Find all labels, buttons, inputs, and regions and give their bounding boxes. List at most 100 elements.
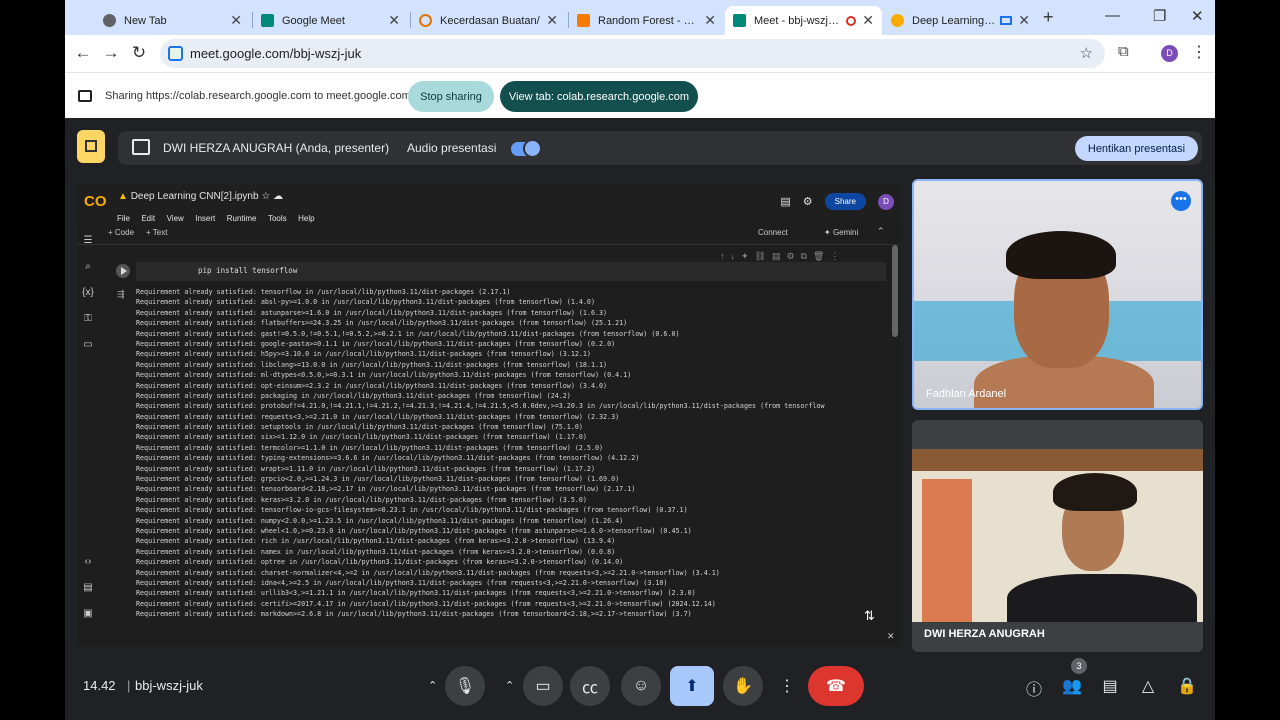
colab-avatar[interactable]: D <box>878 193 894 210</box>
tab-random-forest[interactable]: Random Forest - Jupyte ✕ <box>569 6 724 35</box>
audio-toggle[interactable] <box>511 139 542 158</box>
minimize-icon[interactable]: — <box>1105 7 1120 24</box>
chat-icon[interactable]: ▤ <box>1099 676 1121 696</box>
video-options-chevron-icon[interactable]: ⌃ <box>505 679 514 692</box>
output-line: Requirement already satisfied: certifi>=… <box>136 599 716 608</box>
menu-insert[interactable]: Insert <box>195 214 215 223</box>
add-text-button[interactable]: + Text <box>146 228 167 237</box>
command-palette-icon[interactable]: ▤ <box>81 582 95 593</box>
info-icon[interactable]: ⓘ <box>1023 676 1045 700</box>
add-code-button[interactable]: + Code <box>108 228 134 237</box>
output-line: Requirement already satisfied: flatbuffe… <box>136 319 628 328</box>
toc-icon[interactable]: ☰ <box>81 235 95 246</box>
tab-title: Deep Learning CNN <box>912 14 996 27</box>
chrome-icon <box>103 14 116 27</box>
notebook-title[interactable]: Deep Learning CNN[2].ipynb <box>131 191 259 202</box>
audio-options-chevron-icon[interactable]: ⌃ <box>428 679 437 692</box>
people-icon[interactable]: 👥 <box>1061 676 1083 696</box>
tab-new-tab[interactable]: New Tab ✕ <box>95 6 250 35</box>
mic-button[interactable]: 🎙 <box>445 666 485 706</box>
activities-icon[interactable]: △ <box>1137 676 1159 696</box>
tab-strip: New Tab ✕ Google Meet ✕ Kecerdasan Buata… <box>65 0 1215 35</box>
meet-icon <box>261 14 274 27</box>
end-call-button[interactable]: ☎ <box>808 666 864 706</box>
close-tab-icon[interactable]: ✕ <box>1018 12 1030 29</box>
files-folder-icon[interactable]: ▭ <box>81 339 95 350</box>
code-snippets-icon[interactable]: ‹› <box>81 556 95 567</box>
run-cell-button[interactable] <box>116 264 130 278</box>
cell-toolbar-icons[interactable]: ↑↓✦⛓▤⚙⧉🗑⋮ <box>720 251 845 262</box>
raise-hand-button[interactable]: ✋ <box>723 666 763 706</box>
browser-menu-icon[interactable]: ⋮ <box>1191 42 1207 62</box>
restore-icon[interactable]: ❐ <box>1153 7 1166 25</box>
code-cell[interactable]: pip install tensorflow <box>136 262 886 281</box>
menu-help[interactable]: Help <box>298 214 314 223</box>
tab-meet-active[interactable]: Meet - bbj-wszj-juk ✕ <box>725 6 882 35</box>
tab-kecerdasan-buatan[interactable]: Kecerdasan Buatan/ ✕ <box>411 6 566 35</box>
chevron-up-icon[interactable]: ⌃ <box>877 226 885 237</box>
url-text[interactable]: meet.google.com/bbj-wszj-juk <box>190 46 361 61</box>
gear-icon[interactable]: ⚙ <box>803 195 813 208</box>
host-controls-icon[interactable]: 🔒 <box>1176 676 1198 696</box>
recording-icon <box>846 15 857 26</box>
new-tab-icon[interactable]: + <box>1043 7 1054 28</box>
output-menu-icon[interactable]: ⇶ <box>117 289 125 300</box>
reload-icon[interactable]: ↻ <box>129 43 149 63</box>
captions-button[interactable]: ㏄ <box>570 666 610 706</box>
star-icon[interactable]: ☆ <box>261 191 273 202</box>
close-tab-icon[interactable]: ✕ <box>230 12 242 29</box>
scroll-arrows-icon[interactable]: ⇅ <box>864 608 875 624</box>
raise-hand-icon: ✋ <box>733 678 753 695</box>
stop-sharing-button[interactable]: Stop sharing <box>408 81 494 112</box>
meet-icon <box>733 14 746 27</box>
close-output-icon[interactable]: ✕ <box>887 631 895 642</box>
tab-google-meet[interactable]: Google Meet ✕ <box>253 6 408 35</box>
tile-more-options-icon[interactable]: ••• <box>1171 191 1191 211</box>
camera-button[interactable]: ▭ <box>523 666 563 706</box>
menu-tools[interactable]: Tools <box>268 214 287 223</box>
menu-edit[interactable]: Edit <box>141 214 155 223</box>
secrets-key-icon[interactable]: ⚿ <box>81 313 95 324</box>
tab-deep-learning[interactable]: Deep Learning CNN ✕ <box>883 6 1038 35</box>
cloud-icon: ☁ <box>273 191 284 202</box>
emoji-button[interactable]: ☺ <box>621 666 661 706</box>
menu-file[interactable]: File <box>117 214 130 223</box>
back-icon[interactable]: ← <box>73 43 93 63</box>
connect-button[interactable]: Connect <box>758 228 788 237</box>
colab-header: CO ▲ Deep Learning CNN[2].ipynb ☆ ☁ File… <box>77 183 900 223</box>
close-tab-icon[interactable]: ✕ <box>546 12 558 29</box>
output-line: Requirement already satisfied: grpcio<2.… <box>136 475 620 484</box>
output-scrollbar[interactable] <box>892 245 898 337</box>
output-line: Requirement already satisfied: termcolor… <box>136 443 604 452</box>
search-icon[interactable]: ⌕ <box>81 261 95 272</box>
close-tab-icon[interactable]: ✕ <box>388 12 400 29</box>
comment-icon[interactable]: ▤ <box>780 195 790 208</box>
address-bar[interactable]: meet.google.com/bbj-wszj-juk ☆ <box>160 39 1105 68</box>
forward-icon[interactable]: → <box>101 43 121 63</box>
terminal-icon[interactable]: ▣ <box>81 608 95 619</box>
view-tab-button[interactable]: View tab: colab.research.google.com <box>500 81 698 112</box>
cell-code[interactable]: pip install tensorflow <box>198 266 297 275</box>
jupyter-icon <box>577 14 590 27</box>
output-line: Requirement already satisfied: gast!=0.5… <box>136 329 680 338</box>
participant-tile-1[interactable]: ••• Fadhlan Ardanel <box>912 179 1203 410</box>
colab-share-button[interactable]: Share <box>824 193 866 210</box>
close-tab-icon[interactable]: ✕ <box>862 12 874 29</box>
close-window-icon[interactable]: ✕ <box>1191 7 1204 25</box>
more-options-button[interactable]: ⋮ <box>770 666 804 706</box>
variables-icon[interactable]: {x} <box>81 287 95 298</box>
extensions-icon[interactable]: ⧉ <box>1118 43 1129 60</box>
participant-tile-2[interactable]: DWI HERZA ANUGRAH <box>912 420 1203 652</box>
gemini-button[interactable]: ✦ Gemini <box>824 228 858 237</box>
menu-runtime[interactable]: Runtime <box>227 214 257 223</box>
output-line: Requirement already satisfied: six>=1.12… <box>136 433 587 442</box>
close-tab-icon[interactable]: ✕ <box>704 12 716 29</box>
output-line: Requirement already satisfied: charset-n… <box>136 568 720 577</box>
profile-avatar[interactable]: D <box>1161 45 1178 62</box>
output-line: Requirement already satisfied: libclang>… <box>136 360 608 369</box>
output-line: Requirement already satisfied: setuptool… <box>136 423 583 432</box>
menu-view[interactable]: View <box>167 214 184 223</box>
stop-presenting-button[interactable]: Hentikan presentasi <box>1075 136 1198 161</box>
bookmark-star-icon[interactable]: ☆ <box>1080 44 1093 62</box>
present-button[interactable]: ⬆ <box>670 666 714 706</box>
